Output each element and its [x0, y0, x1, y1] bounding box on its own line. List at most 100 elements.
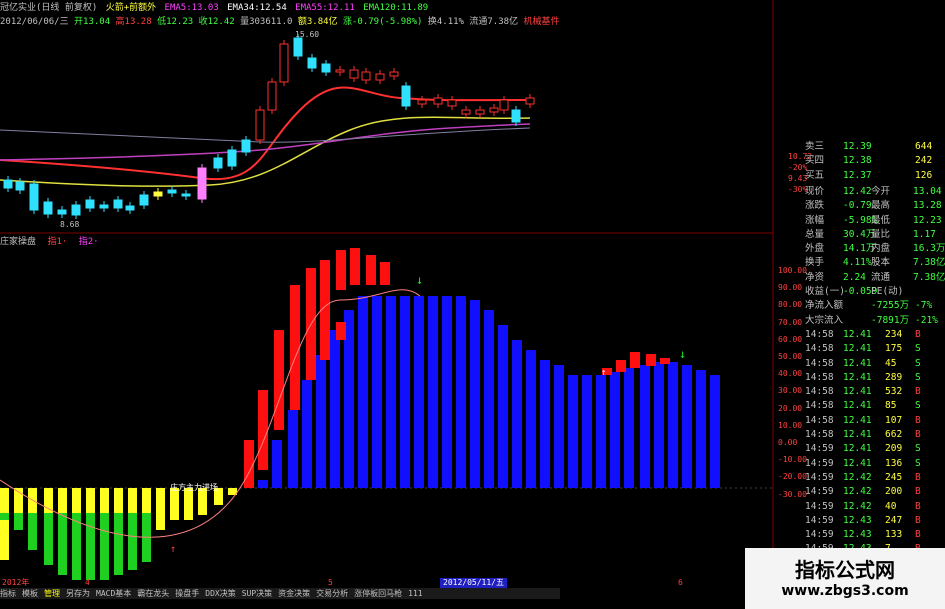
quote-row: 买五 12.37 126 — [773, 169, 945, 183]
candle-body — [15, 181, 25, 191]
quote-cell: 流通 — [871, 271, 891, 283]
indicator-bar-blue — [554, 365, 564, 488]
quote-cell: 12.42 — [843, 471, 872, 483]
indicator-tab[interactable]: 管理 — [44, 589, 60, 598]
quote-row: 净流入额 -7255万 -7% — [773, 299, 945, 313]
indicator-tab[interactable]: 涨停板回马枪 — [354, 589, 402, 598]
quote-cell: 532 — [885, 386, 903, 398]
quote-cell: 收益(一) — [805, 286, 845, 297]
indicator-bar-blue — [258, 480, 268, 488]
indicator-tab[interactable]: 模板 — [22, 589, 38, 598]
indicator-bar-blue — [498, 325, 508, 488]
stock-name: 冠亿实业(日线 前复权) — [0, 3, 98, 13]
candle-body — [197, 167, 207, 200]
indicator-bar-blue — [484, 310, 494, 488]
up-arrow-icon: ↑ — [601, 368, 606, 378]
watermark: 指标公式网 www.zbgs3.com — [745, 548, 945, 609]
quote-row: 14:59 12.43 133 B — [773, 528, 945, 542]
indicator-tab[interactable]: 另存为 — [66, 589, 90, 598]
quote-cell: 107 — [885, 414, 903, 426]
indicator-bar-yellow — [156, 488, 165, 530]
indicator-bar-blue — [470, 300, 480, 488]
candle-body — [499, 99, 509, 111]
quote-row: 涨跌 -0.79 最高 13.28 — [773, 199, 945, 213]
indicator-tab[interactable]: SUP决策 — [242, 589, 272, 598]
indicator-bar-blue — [568, 375, 578, 488]
quote-cell: S — [915, 343, 921, 355]
ema34-value: EMA34:12.54 — [227, 3, 287, 13]
indicator-tab[interactable]: 111 — [408, 589, 422, 598]
quote-row: 现价 12.42 今开 13.04 — [773, 185, 945, 199]
quote-cell: 12.42 — [843, 185, 872, 197]
indicator-bar-yellow — [170, 488, 179, 520]
quote-row: 14:58 12.41 175 S — [773, 342, 945, 356]
indicator-bar-red — [336, 250, 346, 290]
open-value: 开13.04 — [74, 17, 111, 27]
candle-body — [461, 109, 471, 115]
quote-cell: S — [915, 443, 921, 455]
quote-cell: 12.41 — [843, 343, 872, 355]
quote-cell: 133 — [885, 529, 903, 541]
ema55-value: EMA55:12.11 — [295, 3, 355, 13]
indicator-bar-red — [380, 262, 390, 285]
quote-cell: B — [915, 328, 921, 340]
candle-body — [43, 201, 53, 215]
amount-value: 额3.84亿 — [297, 17, 338, 27]
axis-month-4: 4 — [85, 578, 90, 587]
quote-cell: 126 — [915, 169, 933, 181]
quote-cell: -21% — [915, 314, 938, 326]
close-value: 收12.42 — [198, 17, 235, 27]
candle-body — [489, 107, 499, 113]
quote-cell: 14:59 — [805, 500, 834, 512]
quote-cell: 14:59 — [805, 529, 834, 541]
quote-cell: 今开 — [871, 185, 891, 197]
quote-row: 14:59 12.42 245 B — [773, 471, 945, 485]
indicator-tab[interactable]: 霸在龙头 — [137, 589, 169, 598]
time-axis: 2012年 4 5 2012/05/11/五 6 — [0, 578, 683, 588]
quote-cell: PE(动) — [871, 286, 904, 297]
candle-body — [85, 199, 95, 209]
candle-body — [349, 69, 359, 79]
quote-cell: 买五 — [805, 169, 825, 181]
candle-body — [71, 204, 81, 216]
indicator-tab[interactable]: 指标 — [0, 589, 16, 598]
quote-cell: 13.04 — [913, 185, 942, 197]
indicator-bar-green — [128, 513, 137, 570]
quote-row: 14:58 12.41 85 S — [773, 399, 945, 413]
indicator-bar-blue — [624, 368, 634, 488]
quote-cell: 7.38亿 — [913, 257, 945, 269]
indicator-bar-blue — [316, 355, 326, 488]
quote-cell: 242 — [915, 155, 933, 167]
indicator-tabs: 指标 模板 管理 另存为 MACD基本 霸在龙头 操盘手 DDX决策 SUP决策 资金决策 交易分析… — [0, 588, 560, 599]
quote-cell: 最低 — [871, 214, 891, 226]
candle-body — [255, 109, 265, 141]
quote-cell: 12.41 — [843, 457, 872, 469]
indicator-bar-green — [100, 513, 109, 580]
candle-body — [267, 81, 277, 111]
indicator-bar-red — [616, 360, 626, 372]
quote-row: 卖三 12.39 644 — [773, 140, 945, 154]
indicator-bar-blue — [640, 365, 650, 488]
quote-cell: 14:58 — [805, 328, 834, 340]
quote-cell: 14:59 — [805, 457, 834, 469]
indicator-tab[interactable]: 资金决策 — [278, 589, 310, 598]
quote-cell: 247 — [885, 514, 903, 526]
quote-cell: -7% — [915, 300, 933, 312]
indicator-bar-red — [274, 330, 284, 430]
indicator-name: 庄家操盘 — [0, 237, 37, 247]
indicator-tab[interactable]: MACD基本 — [96, 589, 131, 598]
candle-body — [433, 97, 443, 105]
quote-cell: 12.41 — [843, 386, 872, 398]
indicator-tab[interactable]: 交易分析 — [316, 589, 348, 598]
axis-year: 2012年 — [2, 578, 30, 587]
quote-cell: 14:58 — [805, 400, 834, 412]
quote-row: 14:58 12.41 107 B — [773, 414, 945, 428]
quote-cell: 换手 — [805, 257, 825, 269]
quote-cell: 净流入额 — [805, 300, 844, 312]
indicator-bar-blue — [582, 375, 592, 488]
indicator-tab[interactable]: 操盘手 — [175, 589, 199, 598]
quote-cell: 股本 — [871, 257, 891, 269]
indicator-tab[interactable]: DDX决策 — [205, 589, 235, 598]
quote-cell: 644 — [915, 141, 933, 152]
indicator-bar-blue — [710, 375, 720, 488]
